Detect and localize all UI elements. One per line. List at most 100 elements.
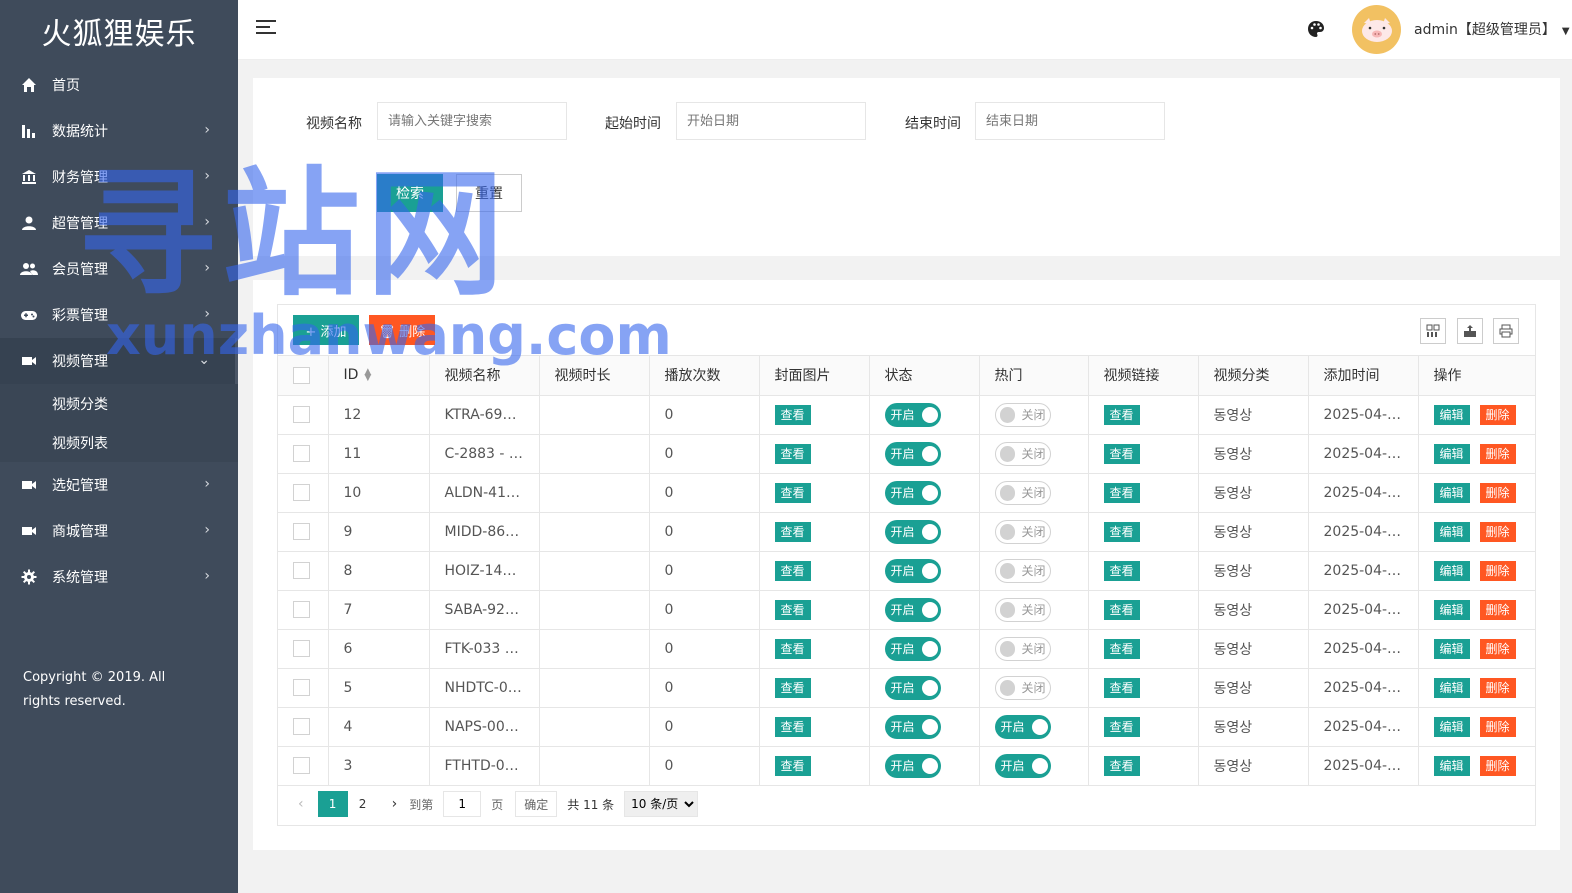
view-cover-button[interactable]: 查看 — [774, 755, 811, 776]
sidebar-item-home[interactable]: 首页 — [0, 62, 238, 108]
status-toggle[interactable]: 开启 — [884, 441, 941, 466]
row-checkbox[interactable] — [293, 445, 310, 462]
status-toggle[interactable]: 开启 — [884, 636, 941, 661]
hot-toggle[interactable]: 关闭 — [994, 636, 1051, 661]
row-checkbox[interactable] — [293, 601, 310, 618]
edit-button[interactable]: 编辑 — [1433, 560, 1470, 581]
sidebar-item-videos[interactable]: 视频管理 ⌄ — [0, 338, 238, 384]
status-toggle[interactable]: 开启 — [884, 519, 941, 544]
status-toggle[interactable]: 开启 — [884, 753, 941, 778]
sidebar-item-admins[interactable]: 超管管理 › — [0, 200, 238, 246]
delete-button[interactable]: 删除 — [1479, 560, 1516, 581]
delete-button[interactable]: 删除 — [1479, 404, 1516, 425]
column-header-id[interactable]: ID ▲ ▼ — [328, 356, 430, 396]
status-toggle[interactable]: 开启 — [884, 402, 941, 427]
delete-button[interactable]: 删除 — [1479, 755, 1516, 776]
sidebar-item-stats[interactable]: 数据统计 › — [0, 108, 238, 154]
sidebar-subitem-video-list[interactable]: 视频列表 — [0, 423, 238, 462]
user-menu[interactable]: admin【超级管理员】 ▼ — [1414, 19, 1570, 39]
print-icon[interactable] — [1493, 318, 1519, 344]
row-checkbox[interactable] — [293, 562, 310, 579]
edit-button[interactable]: 编辑 — [1433, 482, 1470, 503]
delete-button[interactable]: 删除 — [1479, 716, 1516, 737]
page-1-button[interactable]: 1 — [317, 791, 348, 817]
add-button[interactable]: + 添加 — [293, 315, 359, 345]
sidebar-item-mall[interactable]: 商城管理 › — [0, 508, 238, 554]
status-toggle[interactable]: 开启 — [884, 597, 941, 622]
edit-button[interactable]: 编辑 — [1433, 404, 1470, 425]
sidebar-item-finance[interactable]: 财务管理 › — [0, 154, 238, 200]
page-2-button[interactable]: 2 — [348, 791, 378, 817]
sidebar-item-lottery[interactable]: 彩票管理 › — [0, 292, 238, 338]
view-link-button[interactable]: 查看 — [1103, 560, 1140, 581]
edit-button[interactable]: 编辑 — [1433, 638, 1470, 659]
sidebar-item-system[interactable]: 系统管理 › — [0, 554, 238, 600]
page-size-select[interactable]: 10 条/页 — [624, 791, 699, 817]
delete-button[interactable]: 删除 — [1479, 599, 1516, 620]
video-name-input[interactable] — [377, 102, 567, 140]
view-link-button[interactable]: 查看 — [1103, 716, 1140, 737]
view-cover-button[interactable]: 查看 — [774, 638, 811, 659]
reset-button[interactable]: 重置 — [456, 174, 522, 212]
edit-button[interactable]: 编辑 — [1433, 755, 1470, 776]
edit-button[interactable]: 编辑 — [1433, 677, 1470, 698]
hot-toggle[interactable]: 关闭 — [994, 402, 1051, 427]
prev-page-icon[interactable]: ‹ — [298, 796, 304, 812]
edit-button[interactable]: 编辑 — [1433, 599, 1470, 620]
palette-icon[interactable] — [1306, 19, 1326, 39]
view-cover-button[interactable]: 查看 — [774, 404, 811, 425]
sidebar-subitem-video-category[interactable]: 视频分类 — [0, 384, 238, 423]
row-checkbox[interactable] — [293, 718, 310, 735]
goto-page-input[interactable] — [443, 791, 482, 817]
view-cover-button[interactable]: 查看 — [774, 443, 811, 464]
delete-button[interactable]: 删除 — [1479, 443, 1516, 464]
goto-confirm-button[interactable]: 确定 — [515, 791, 558, 817]
hot-toggle[interactable]: 开启 — [994, 753, 1051, 778]
sidebar-item-members[interactable]: 会员管理 › — [0, 246, 238, 292]
view-cover-button[interactable]: 查看 — [774, 599, 811, 620]
export-icon[interactable] — [1457, 318, 1483, 344]
edit-button[interactable]: 编辑 — [1433, 716, 1470, 737]
hot-toggle[interactable]: 关闭 — [994, 441, 1051, 466]
view-cover-button[interactable]: 查看 — [774, 560, 811, 581]
columns-icon[interactable] — [1420, 318, 1446, 344]
view-link-button[interactable]: 查看 — [1103, 599, 1140, 620]
hot-toggle[interactable]: 关闭 — [994, 597, 1051, 622]
view-link-button[interactable]: 查看 — [1103, 638, 1140, 659]
search-button[interactable]: 检索 — [377, 174, 443, 212]
avatar[interactable] — [1352, 5, 1401, 54]
row-checkbox[interactable] — [293, 406, 310, 423]
delete-button[interactable]: 删除 — [1479, 677, 1516, 698]
view-link-button[interactable]: 查看 — [1103, 677, 1140, 698]
delete-button[interactable]: 删除 — [1479, 482, 1516, 503]
view-cover-button[interactable]: 查看 — [774, 716, 811, 737]
hot-toggle[interactable]: 开启 — [994, 714, 1051, 739]
status-toggle[interactable]: 开启 — [884, 558, 941, 583]
edit-button[interactable]: 编辑 — [1433, 443, 1470, 464]
delete-button[interactable]: 删除 — [1479, 638, 1516, 659]
view-cover-button[interactable]: 查看 — [774, 521, 811, 542]
next-page-icon[interactable]: › — [392, 796, 398, 812]
row-checkbox[interactable] — [293, 679, 310, 696]
status-toggle[interactable]: 开启 — [884, 675, 941, 700]
delete-button[interactable]: 删除 — [1479, 521, 1516, 542]
hot-toggle[interactable]: 关闭 — [994, 558, 1051, 583]
sort-icon[interactable]: ▲ ▼ — [364, 368, 371, 383]
select-all-checkbox[interactable] — [293, 366, 310, 384]
row-checkbox[interactable] — [293, 757, 310, 774]
menu-toggle-icon[interactable] — [256, 20, 276, 36]
edit-button[interactable]: 编辑 — [1433, 521, 1470, 542]
view-link-button[interactable]: 查看 — [1103, 443, 1140, 464]
view-link-button[interactable]: 查看 — [1103, 482, 1140, 503]
view-link-button[interactable]: 查看 — [1103, 755, 1140, 776]
view-cover-button[interactable]: 查看 — [774, 482, 811, 503]
sidebar-item-consorts[interactable]: 选妃管理 › — [0, 462, 238, 508]
row-checkbox[interactable] — [293, 523, 310, 540]
hot-toggle[interactable]: 关闭 — [994, 675, 1051, 700]
row-checkbox[interactable] — [293, 640, 310, 657]
start-date-input[interactable] — [676, 102, 866, 140]
status-toggle[interactable]: 开启 — [884, 480, 941, 505]
hot-toggle[interactable]: 关闭 — [994, 480, 1051, 505]
view-link-button[interactable]: 查看 — [1103, 404, 1140, 425]
hot-toggle[interactable]: 关闭 — [994, 519, 1051, 544]
